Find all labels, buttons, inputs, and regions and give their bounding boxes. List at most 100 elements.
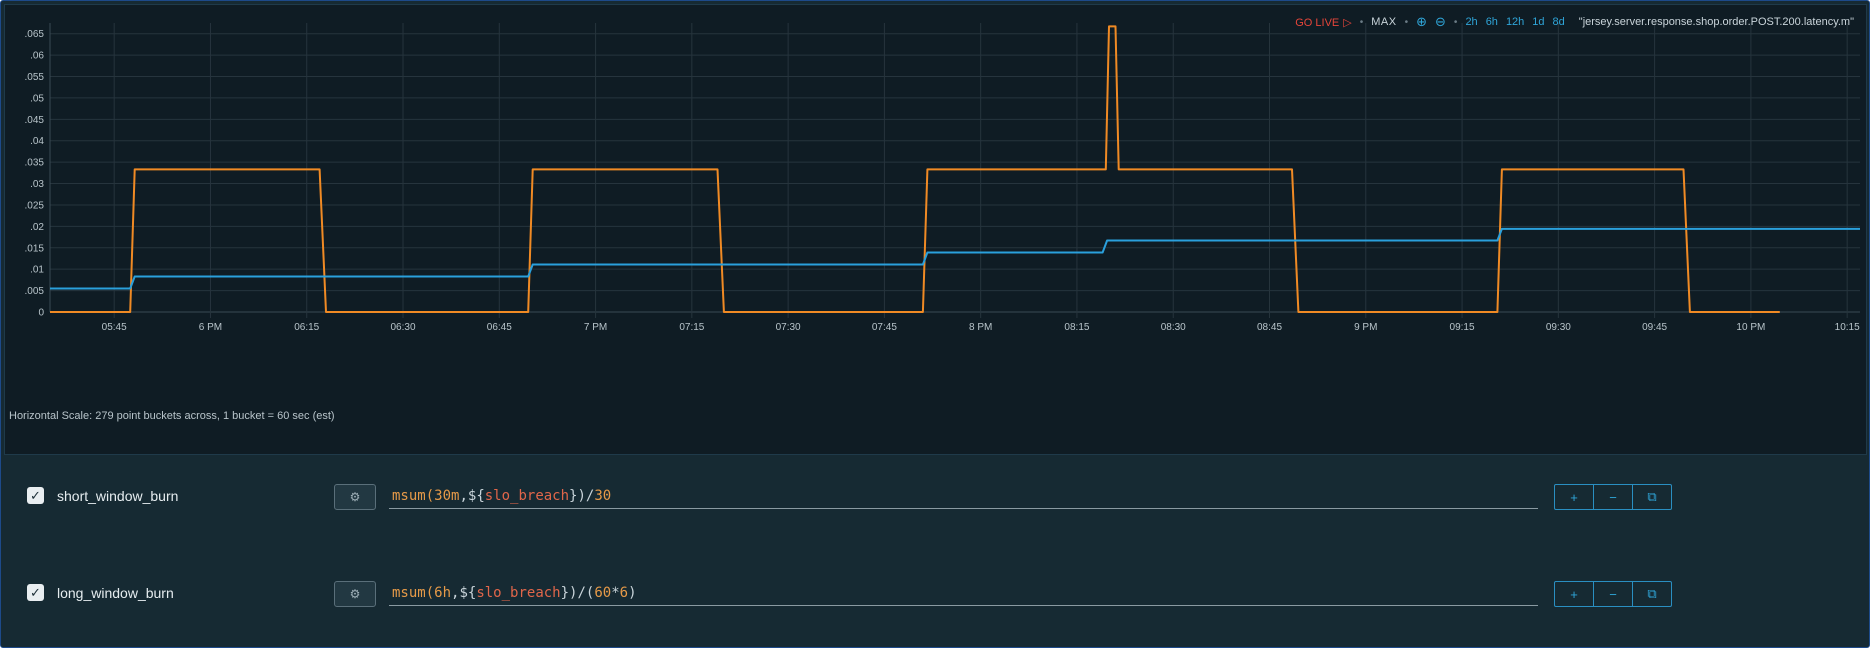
remove-query-button[interactable]: − <box>1594 582 1633 606</box>
app-frame: 0 .005 .01 .015 .02 .025 .03 .035 .04 .045 .05 .055… <box>0 0 1870 648</box>
copy-icon: ⧉ <box>1647 586 1657 601</box>
checkmark-icon: ✓ <box>30 584 41 600</box>
x-tick-label: 06:45 <box>487 322 512 333</box>
range-1d[interactable]: 1d <box>1532 16 1544 28</box>
go-live-label: GO LIVE <box>1295 16 1340 29</box>
expr-token: )/ <box>569 585 586 601</box>
y-tick-label: .04 <box>30 136 44 147</box>
x-tick-label: 09:45 <box>1642 322 1667 333</box>
metric-name: "jersey.server.response.shop.order.POST.… <box>1578 16 1854 28</box>
zoom-out-icon[interactable]: ⊖ <box>1435 14 1446 30</box>
minus-icon: − <box>1609 586 1617 602</box>
expr-token: } <box>560 585 570 601</box>
gear-icon: ⚙ <box>349 490 361 504</box>
expr-token: ( <box>585 585 595 601</box>
x-tick-label: 9 PM <box>1354 322 1377 333</box>
x-tick-label: 08:30 <box>1161 322 1186 333</box>
zoom-in-icon[interactable]: ⊕ <box>1416 14 1427 30</box>
max-button[interactable]: MAX <box>1371 16 1396 28</box>
y-tick-label: .02 <box>30 222 44 233</box>
y-tick-label: 0 <box>38 308 44 319</box>
expr-token: * <box>611 585 620 601</box>
x-tick-label: 06:15 <box>294 322 319 333</box>
minus-icon: − <box>1609 489 1617 505</box>
query-expression-input[interactable]: msum(30m, ${slo_breach})/30 <box>389 484 1538 509</box>
query-settings-button[interactable]: ⚙ <box>334 581 376 607</box>
plus-icon: + <box>1570 586 1578 602</box>
duplicate-query-button[interactable]: ⧉ <box>1633 582 1671 606</box>
y-tick-label: .045 <box>25 115 45 126</box>
checkmark-icon: ✓ <box>30 487 41 503</box>
query-name: long_window_burn <box>57 585 174 601</box>
expr-token: msum( <box>392 488 435 504</box>
x-tick-label: 8 PM <box>969 322 992 333</box>
add-query-button[interactable]: + <box>1555 582 1594 606</box>
plus-icon: + <box>1570 489 1578 505</box>
query-expression-input[interactable]: msum(6h, ${slo_breach})/(60 * 6) <box>389 581 1538 606</box>
y-tick-label: .03 <box>30 179 44 190</box>
x-tick-label: 06:30 <box>390 322 415 333</box>
expr-token: slo_breach <box>476 585 561 601</box>
query-settings-button[interactable]: ⚙ <box>334 484 376 510</box>
y-tick-label: .015 <box>25 243 45 254</box>
expr-token: 30 <box>594 488 612 504</box>
query-name: short_window_burn <box>57 488 179 504</box>
remove-query-button[interactable]: − <box>1594 485 1633 509</box>
x-tick-label: 07:30 <box>776 322 801 333</box>
query-actions: + − ⧉ <box>1554 484 1672 510</box>
x-tick-label: 08:15 <box>1064 322 1089 333</box>
separator-dot: • <box>1404 16 1409 28</box>
play-icon: ▷ <box>1343 16 1352 29</box>
query-actions: + − ⧉ <box>1554 581 1672 607</box>
latency-chart: 0 .005 .01 .015 .02 .025 .03 .035 .04 .045 .05 .055… <box>25 23 1860 333</box>
expr-token: slo_breach <box>484 488 570 504</box>
x-tick-label: 10 PM <box>1736 322 1765 333</box>
expr-token: , <box>451 585 460 601</box>
x-tick-label: 05:45 <box>102 322 127 333</box>
x-tick-label: 07:15 <box>679 322 704 333</box>
range-2h[interactable]: 2h <box>1465 16 1477 28</box>
y-tick-label: .025 <box>25 200 45 211</box>
x-tick-label: 6 PM <box>199 322 222 333</box>
series-line-1 <box>50 227 1860 290</box>
horizontal-scale-info: Horizontal Scale: 279 point buckets acro… <box>9 410 335 422</box>
expr-token: 6 <box>619 585 629 601</box>
query-row-short-window-burn: ✓ short_window_burn ⚙ msum(30m, ${slo_br… <box>1 463 1867 533</box>
gear-icon: ⚙ <box>349 587 361 601</box>
y-tick-label: .065 <box>25 29 45 40</box>
y-tick-label: .06 <box>30 51 44 62</box>
expr-token: 60 <box>594 585 612 601</box>
expr-token: 6h <box>434 585 452 601</box>
expr-token: )/ <box>577 488 595 504</box>
y-tick-label: .05 <box>30 93 44 104</box>
y-tick-label: .01 <box>30 265 44 276</box>
x-tick-label: 7 PM <box>584 322 607 333</box>
expr-token: 30m <box>434 488 460 504</box>
copy-icon: ⧉ <box>1647 489 1657 504</box>
chart-panel: 0 .005 .01 .015 .02 .025 .03 .035 .04 .045 .05 .055… <box>4 4 1867 455</box>
query-enabled-checkbox[interactable]: ✓ <box>27 487 44 504</box>
go-live-button[interactable]: GO LIVE ▷ <box>1295 16 1352 29</box>
chart-toolbar: GO LIVE ▷ • MAX • ⊕ ⊖ • 2h 6h 12h 1d 8d "… <box>1295 14 1854 30</box>
query-enabled-checkbox[interactable]: ✓ <box>27 584 44 601</box>
x-tick-label: 07:45 <box>872 322 897 333</box>
y-tick-label: .035 <box>25 158 45 169</box>
range-6h[interactable]: 6h <box>1486 16 1498 28</box>
expr-token: , <box>459 488 468 504</box>
expr-token: ${ <box>467 488 485 504</box>
expr-token: ${ <box>459 585 477 601</box>
x-tick-label: 10:15 <box>1835 322 1860 333</box>
add-query-button[interactable]: + <box>1555 485 1594 509</box>
range-12h[interactable]: 12h <box>1506 16 1524 28</box>
duplicate-query-button[interactable]: ⧉ <box>1633 485 1671 509</box>
expr-token: msum( <box>392 585 435 601</box>
y-tick-label: .005 <box>25 286 45 297</box>
expr-token: } <box>569 488 578 504</box>
x-tick-label: 09:30 <box>1546 322 1571 333</box>
x-tick-label: 08:45 <box>1257 322 1282 333</box>
x-tick-label: 09:15 <box>1450 322 1475 333</box>
expr-token: ) <box>628 585 637 601</box>
y-tick-label: .055 <box>25 72 45 83</box>
separator-dot: • <box>1453 16 1458 28</box>
range-8d[interactable]: 8d <box>1553 16 1565 28</box>
